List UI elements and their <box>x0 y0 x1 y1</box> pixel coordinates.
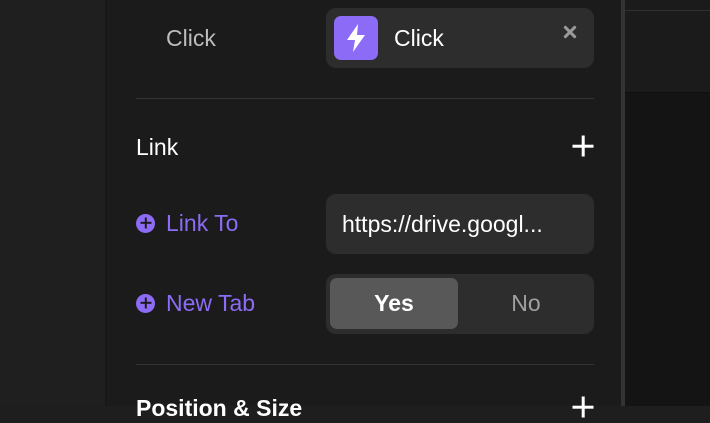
trigger-value: Click <box>394 25 444 51</box>
link-to-label[interactable]: Link To <box>136 208 238 238</box>
new-tab-label[interactable]: New Tab <box>136 288 255 318</box>
close-icon[interactable] <box>560 22 580 42</box>
link-section-title: Link <box>136 134 179 160</box>
section-divider <box>136 98 594 99</box>
plus-circle-icon <box>136 293 155 313</box>
link-to-input[interactable]: https://drive.googl... <box>326 194 594 254</box>
position-size-section-title: Position & Size <box>136 395 303 421</box>
lightning-bolt-icon <box>334 16 378 60</box>
right-toolbar-area <box>625 0 710 93</box>
section-divider <box>136 364 594 365</box>
plus-circle-icon <box>136 213 155 233</box>
trigger-select[interactable]: Click <box>326 8 594 68</box>
add-link-plus-icon[interactable] <box>572 135 594 157</box>
left-canvas-area <box>0 0 106 406</box>
link-to-label-text: Link To <box>166 210 239 236</box>
trigger-label: Click <box>166 25 216 51</box>
new-tab-label-text: New Tab <box>166 290 256 316</box>
new-tab-yes-option[interactable]: Yes <box>330 278 458 329</box>
new-tab-toggle: Yes No <box>326 274 594 334</box>
link-to-value: https://drive.googl... <box>342 211 543 237</box>
add-position-plus-icon[interactable] <box>572 396 594 418</box>
new-tab-no-option[interactable]: No <box>462 278 590 329</box>
right-toolbar-line <box>625 10 710 11</box>
